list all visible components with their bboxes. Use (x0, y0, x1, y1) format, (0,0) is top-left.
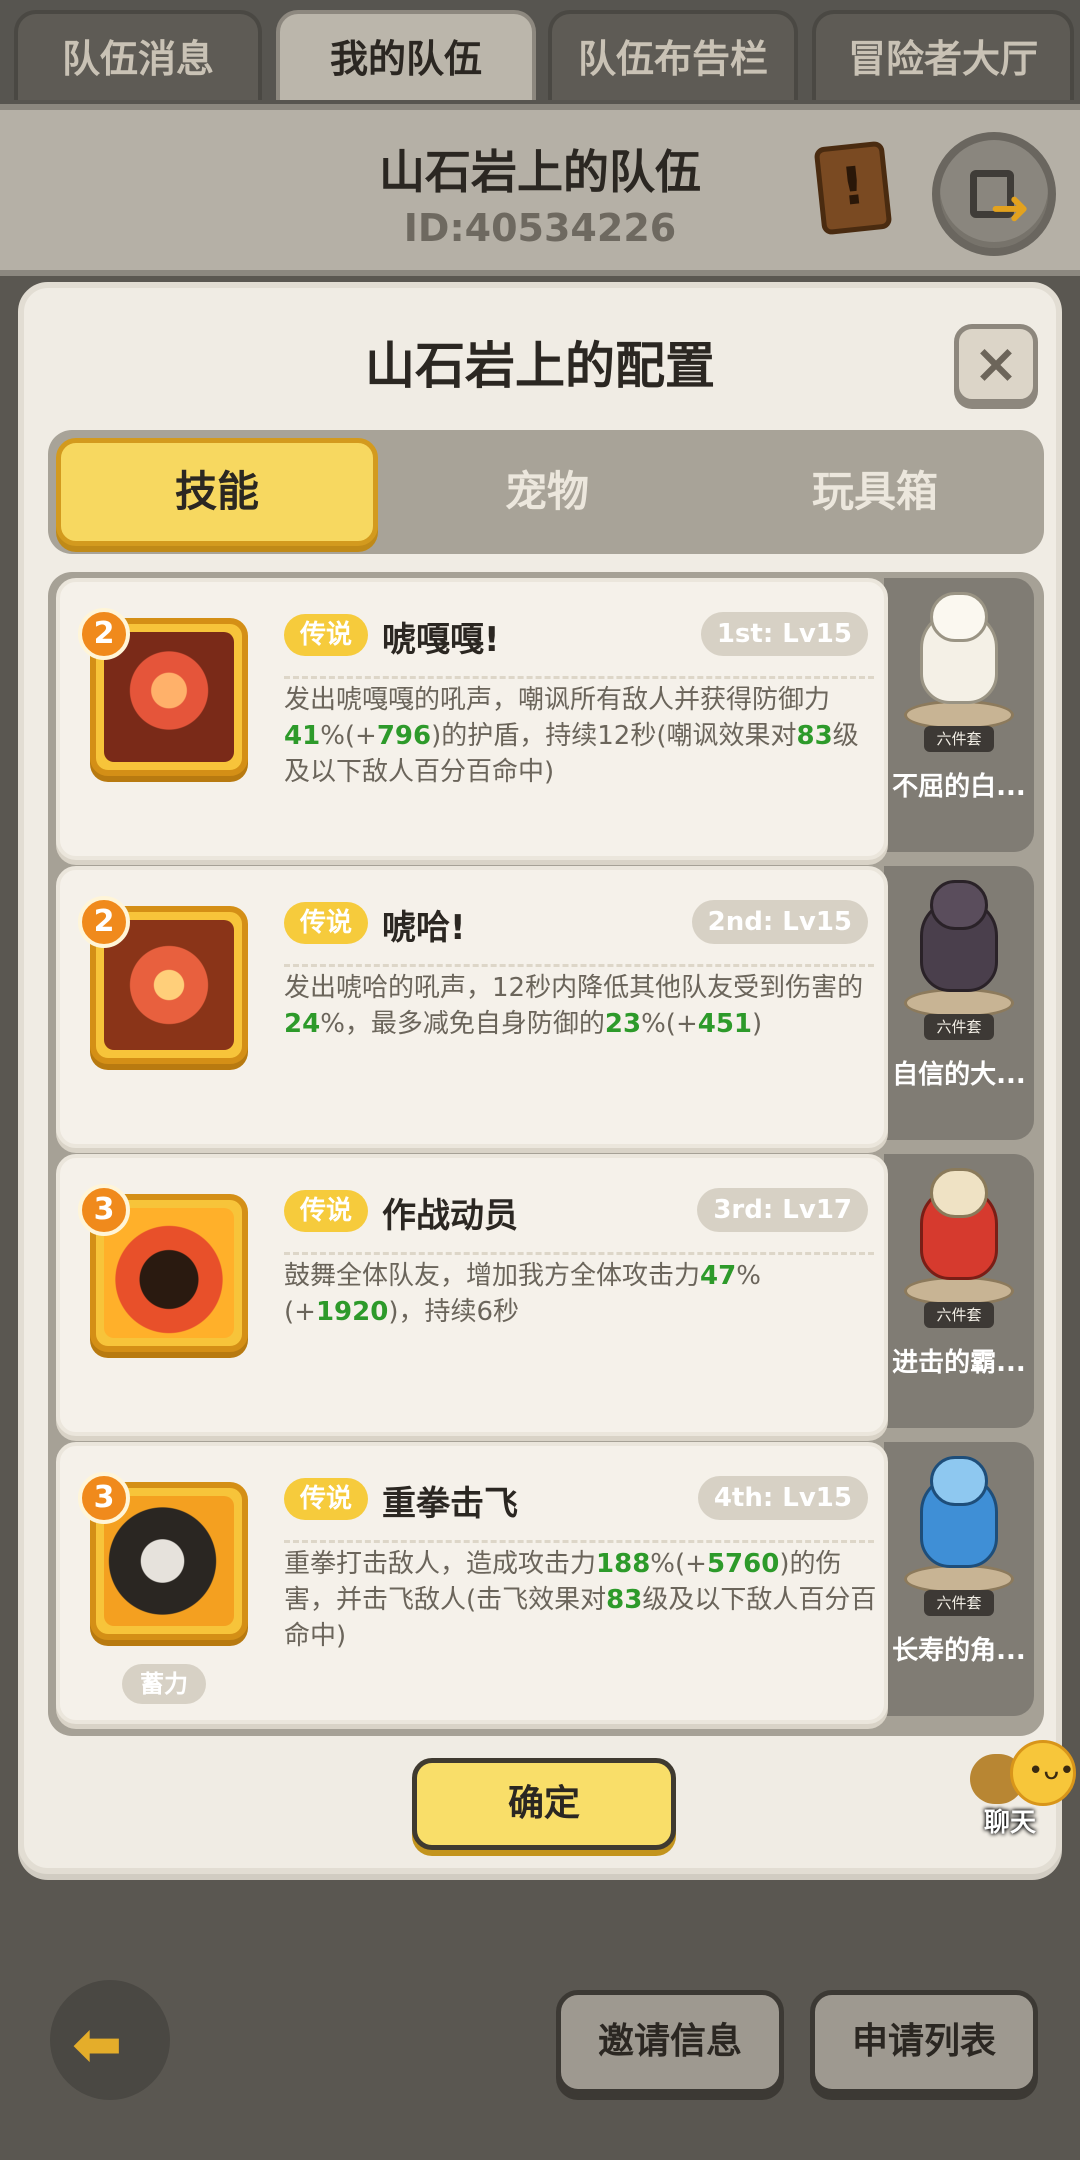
skill-name: 唬嘎嘎! (382, 620, 500, 660)
skill-list: 六件套 不屈的白... 2 传说 唬嘎嘎! 1st: Lv15 发出唬嘎嘎的吼声… (48, 572, 1044, 1736)
top-tab-bar: 队伍消息 我的队伍 队伍布告栏 冒险者大厅 (0, 0, 1080, 104)
pet-figure (900, 1168, 1018, 1318)
pet-figure (900, 880, 1018, 1030)
description-text: %(+ (650, 1549, 707, 1579)
chat-button[interactable]: •ᴗ• 聊天 (970, 1740, 1080, 1838)
skill-card[interactable]: 3 蓄力 传说 重拳击飞 4th: Lv15 重拳打击敌人，造成攻击力188%(… (56, 1442, 888, 1724)
pet-slot[interactable]: 六件套 不屈的白... (884, 578, 1034, 852)
skill-card[interactable]: 2 传说 唬嘎嘎! 1st: Lv15 发出唬嘎嘎的吼声，嘲讽所有敌人并获得防御… (56, 578, 888, 860)
description-text: 重拳打击敌人，造成攻击力 (284, 1549, 597, 1579)
highlight-value: 188 (596, 1549, 651, 1579)
tab-my-team[interactable]: 我的队伍 (276, 10, 536, 100)
invite-info-button[interactable]: 邀请信息 (556, 1990, 784, 2094)
tab-team-board[interactable]: 队伍布告栏 (548, 10, 798, 100)
skill-slot-level: 3rd: Lv17 (697, 1188, 868, 1232)
rarity-badge: 传说 (284, 1190, 368, 1232)
description-text: ) (752, 1009, 763, 1039)
skill-card[interactable]: 2 传说 唬哈! 2nd: Lv15 发出唬哈的吼声，12秒内降低其他队友受到伤… (56, 866, 888, 1148)
pet-figure (900, 592, 1018, 742)
apply-list-button[interactable]: 申请列表 (810, 1990, 1038, 2094)
skill-level-badge: 2 (78, 896, 130, 948)
highlight-value: 5760 (706, 1549, 780, 1579)
tab-pets[interactable]: 宠物 (386, 438, 708, 546)
description-text: %(+ (320, 721, 377, 751)
dialog-title: 山石岩上的配置 (365, 337, 715, 395)
skill-level-badge: 3 (78, 1472, 130, 1524)
highlight-value: 24 (284, 1009, 321, 1039)
highlight-value: 1920 (315, 1297, 389, 1327)
pet-name: 自信的大... (892, 1060, 1026, 1090)
skill-name: 作战动员 (382, 1196, 518, 1236)
pet-set-badge: 六件套 (924, 1014, 994, 1040)
highlight-value: 796 (376, 721, 432, 751)
tab-adventurer-hall[interactable]: 冒险者大厅 (812, 10, 1074, 100)
skill-slot-level: 1st: Lv15 (700, 612, 868, 656)
config-dialog: 山石岩上的配置 × 技能 宠物 玩具箱 六件套 不屈的白... 2 传说 唬嘎嘎… (18, 282, 1062, 1874)
confirm-button[interactable]: 确定 (412, 1758, 676, 1850)
highlight-value: 83 (796, 721, 833, 751)
skill-level-badge: 3 (78, 1184, 130, 1236)
description-text: 鼓舞全体队友，增加我方全体攻击力 (284, 1261, 701, 1291)
exit-arrow-icon: ➜ (990, 180, 1031, 236)
back-button[interactable]: ⬅ (50, 1980, 170, 2100)
config-tabs: 技能 宠物 玩具箱 (48, 430, 1044, 554)
pet-set-badge: 六件套 (924, 1302, 994, 1328)
close-icon: × (973, 332, 1019, 395)
description-text: 发出唬哈的吼声，12秒内降低其他队友受到伤害的 (284, 973, 864, 1003)
tab-team-messages[interactable]: 队伍消息 (14, 10, 262, 100)
pet-slot[interactable]: 六件套 进击的霸... (884, 1154, 1034, 1428)
highlight-value: 23 (604, 1009, 642, 1039)
charge-tag: 蓄力 (122, 1664, 206, 1704)
skill-name: 唬哈! (382, 908, 466, 948)
back-arrow-icon: ⬅ (72, 2010, 123, 2080)
highlight-value: 41 (284, 721, 321, 751)
description-text: )的护盾，持续12秒(嘲讽效果对 (431, 721, 797, 751)
description-text: )，持续6秒 (388, 1297, 519, 1327)
skill-description: 发出唬哈的吼声，12秒内降低其他队友受到伤害的 24%，最多减免自身防御的23%(… (284, 970, 884, 1042)
highlight-value: 83 (606, 1585, 643, 1615)
pet-slot[interactable]: 六件套 长寿的角... (884, 1442, 1034, 1716)
pet-set-badge: 六件套 (924, 1590, 994, 1616)
highlight-value: 451 (697, 1009, 753, 1039)
close-button[interactable]: × (954, 324, 1038, 404)
tab-toybox[interactable]: 玩具箱 (714, 438, 1036, 546)
skill-slot-level: 4th: Lv15 (697, 1476, 868, 1520)
description-text: %(+ (641, 1009, 698, 1039)
skill-level-badge: 2 (78, 608, 130, 660)
pet-name: 不屈的白... (892, 772, 1026, 802)
team-name: 山石岩上的队伍 (379, 145, 701, 199)
description-text: 发出唬嘎嘎的吼声，嘲讽所有敌人并获得防御力 (284, 685, 831, 715)
team-id: ID:40534226 (403, 206, 677, 250)
rarity-badge: 传说 (284, 902, 368, 944)
pet-name: 进击的霸... (892, 1348, 1026, 1378)
team-header: 山石岩上的队伍 ID:40534226 ! ➜ (0, 104, 1080, 276)
tab-skills[interactable]: 技能 (56, 438, 378, 546)
chat-label: 聊天 (984, 1808, 1037, 1838)
exit-team-button[interactable]: ➜ (932, 132, 1056, 256)
rarity-badge: 传说 (284, 1478, 368, 1520)
skill-description: 发出唬嘎嘎的吼声，嘲讽所有敌人并获得防御力 41%(+796)的护盾，持续12秒(… (284, 682, 884, 790)
pet-figure (900, 1456, 1018, 1606)
rarity-badge: 传说 (284, 614, 368, 656)
pet-set-badge: 六件套 (924, 726, 994, 752)
highlight-value: 47 (700, 1261, 737, 1291)
skill-description: 鼓舞全体队友，增加我方全体攻击力47%(+1920)，持续6秒 (284, 1258, 884, 1330)
pet-slot[interactable]: 六件套 自信的大... (884, 866, 1034, 1140)
skill-name: 重拳击飞 (382, 1484, 518, 1524)
skill-description: 重拳打击敌人，造成攻击力188%(+5760)的伤害，并击飞敌人(击飞效果对83… (284, 1546, 884, 1654)
scroll-icon[interactable]: ! (813, 140, 893, 236)
pet-name: 长寿的角... (892, 1636, 1026, 1666)
description-text: %，最多减免自身防御的 (320, 1009, 605, 1039)
skill-card[interactable]: 3 传说 作战动员 3rd: Lv17 鼓舞全体队友，增加我方全体攻击力47%(… (56, 1154, 888, 1436)
skill-slot-level: 2nd: Lv15 (691, 900, 868, 944)
